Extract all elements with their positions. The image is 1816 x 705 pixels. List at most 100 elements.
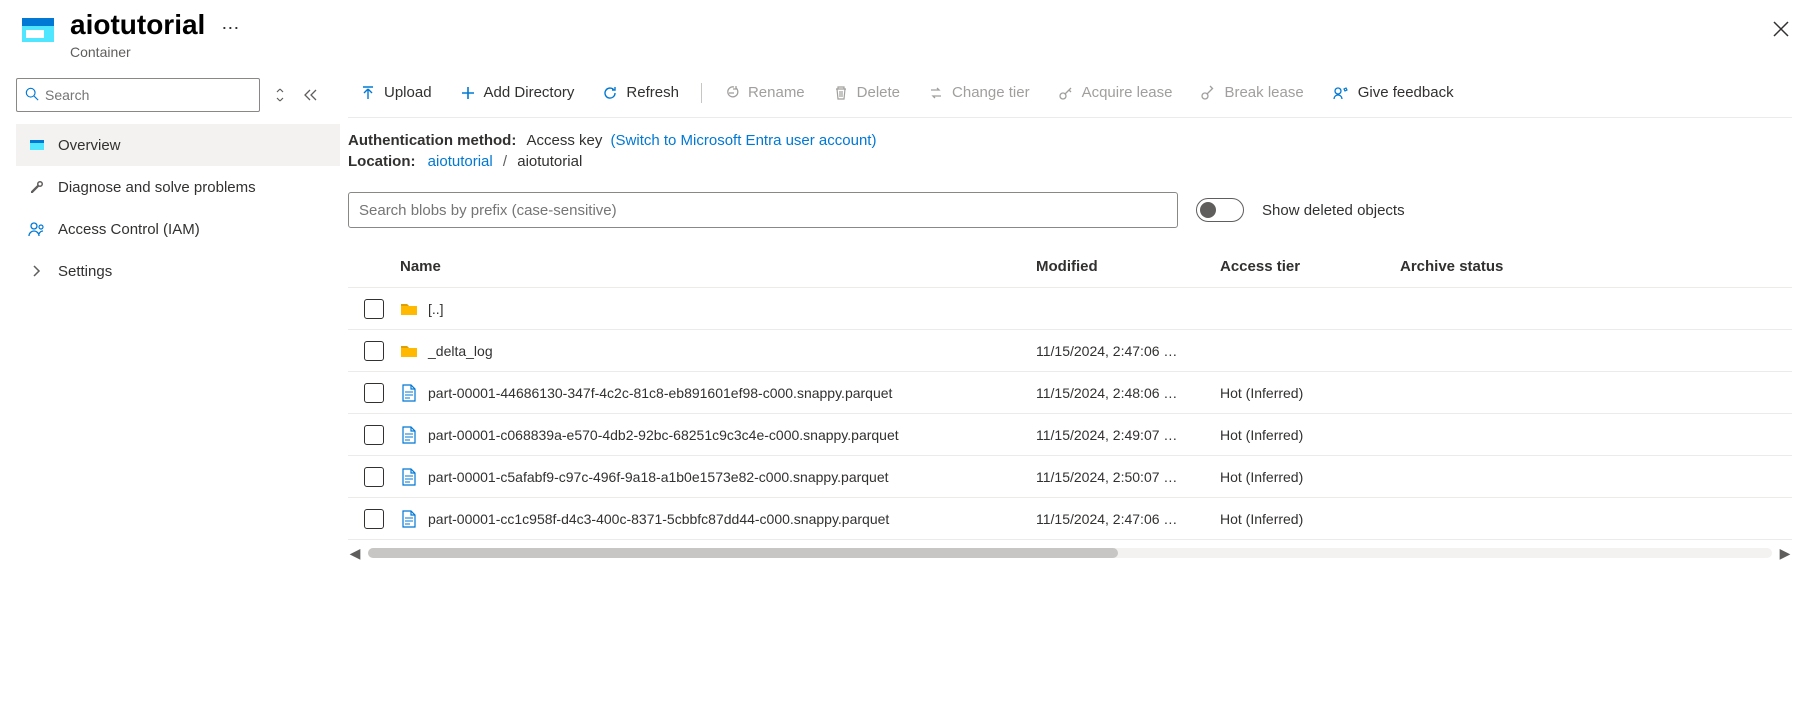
page-header: aiotutorial Container ⋯ [0, 0, 1816, 60]
toolbar-label: Delete [857, 84, 900, 101]
file-icon [400, 384, 418, 402]
filter-row: Show deleted objects [348, 192, 1792, 228]
sidebar: Overview Diagnose and solve problems Acc… [0, 78, 340, 292]
row-checkbox[interactable] [364, 299, 384, 319]
scroll-thumb[interactable] [368, 548, 1118, 558]
row-checkbox[interactable] [364, 383, 384, 403]
table-row[interactable]: [..] [348, 288, 1792, 330]
upload-button[interactable]: Upload [348, 78, 444, 107]
toolbar-label: Change tier [952, 84, 1030, 101]
container-icon [20, 12, 56, 48]
row-checkbox[interactable] [364, 341, 384, 361]
more-button[interactable]: ⋯ [221, 18, 240, 39]
row-name: [..] [428, 301, 444, 317]
col-header-tier[interactable]: Access tier [1220, 258, 1400, 275]
col-header-name[interactable]: Name [396, 258, 1036, 275]
trash-icon [833, 85, 849, 101]
folder-icon [400, 300, 418, 318]
sidebar-search[interactable] [16, 78, 260, 112]
file-icon [400, 426, 418, 444]
row-modified: 11/15/2024, 2:47:06 … [1036, 511, 1220, 527]
refresh-icon [602, 85, 618, 101]
info-block: Authentication method: Access key (Switc… [348, 118, 1792, 180]
horizontal-scrollbar[interactable]: ◀ ▶ [348, 546, 1792, 560]
row-name: part-00001-cc1c958f-d4c3-400c-8371-5cbbf… [428, 511, 889, 527]
breadcrumb-current: aiotutorial [517, 153, 582, 170]
row-tier: Hot (Inferred) [1220, 469, 1400, 485]
overview-icon [28, 136, 46, 154]
scroll-right-icon[interactable]: ▶ [1778, 545, 1792, 562]
row-modified: 11/15/2024, 2:48:06 … [1036, 385, 1220, 401]
plus-icon [460, 85, 476, 101]
main-panel: Upload Add Directory Refresh Rename [340, 78, 1816, 560]
file-icon [400, 510, 418, 528]
search-icon [25, 87, 39, 104]
break-lease-button: Break lease [1188, 78, 1315, 107]
delete-button: Delete [821, 78, 912, 107]
page-subtitle: Container [70, 44, 205, 60]
table-header: Name Modified Access tier Archive status [348, 246, 1792, 288]
scroll-left-icon[interactable]: ◀ [348, 545, 362, 562]
blob-search[interactable] [348, 192, 1178, 228]
col-header-archive[interactable]: Archive status [1400, 258, 1560, 275]
toolbar-label: Rename [748, 84, 805, 101]
auth-method-label: Authentication method: [348, 132, 516, 149]
collapse-sidebar-icon[interactable] [300, 85, 320, 105]
row-name: part-00001-c068839a-e570-4db2-92bc-68251… [428, 427, 899, 443]
auth-switch-link[interactable]: (Switch to Microsoft Entra user account) [611, 132, 877, 149]
table-row[interactable]: part-00001-c068839a-e570-4db2-92bc-68251… [348, 414, 1792, 456]
table-row[interactable]: part-00001-c5afabf9-c97c-496f-9a18-a1b0e… [348, 456, 1792, 498]
close-button[interactable] [1772, 20, 1790, 41]
sidebar-item-diagnose[interactable]: Diagnose and solve problems [16, 166, 340, 208]
scroll-rail[interactable] [368, 548, 1772, 558]
row-checkbox[interactable] [364, 425, 384, 445]
breadcrumb-root[interactable]: aiotutorial [428, 153, 493, 170]
blob-search-input[interactable] [359, 202, 1167, 219]
rename-button: Rename [712, 78, 817, 107]
row-tier: Hot (Inferred) [1220, 427, 1400, 443]
row-name: part-00001-c5afabf9-c97c-496f-9a18-a1b0e… [428, 469, 889, 485]
toolbar-label: Give feedback [1358, 84, 1454, 101]
swap-icon [928, 85, 944, 101]
add-directory-button[interactable]: Add Directory [448, 78, 587, 107]
lease-icon [1058, 85, 1074, 101]
change-tier-button: Change tier [916, 78, 1042, 107]
sidebar-search-input[interactable] [45, 87, 251, 103]
toolbar-label: Refresh [626, 84, 679, 101]
table-row[interactable]: part-00001-cc1c958f-d4c3-400c-8371-5cbbf… [348, 498, 1792, 540]
toolbar: Upload Add Directory Refresh Rename [348, 78, 1792, 118]
expand-collapse-icon[interactable] [270, 85, 290, 105]
sidebar-item-label: Access Control (IAM) [58, 221, 200, 238]
col-header-modified[interactable]: Modified [1036, 258, 1220, 275]
sidebar-item-label: Settings [58, 263, 112, 280]
toolbar-label: Acquire lease [1082, 84, 1173, 101]
show-deleted-toggle[interactable] [1196, 198, 1244, 222]
row-name: part-00001-44686130-347f-4c2c-81c8-eb891… [428, 385, 892, 401]
upload-icon [360, 85, 376, 101]
sidebar-item-label: Diagnose and solve problems [58, 179, 256, 196]
people-icon [28, 220, 46, 238]
sidebar-item-iam[interactable]: Access Control (IAM) [16, 208, 340, 250]
breadcrumb-separator: / [503, 153, 507, 170]
toolbar-label: Break lease [1224, 84, 1303, 101]
row-checkbox[interactable] [364, 467, 384, 487]
sidebar-item-overview[interactable]: Overview [16, 124, 340, 166]
break-lease-icon [1200, 85, 1216, 101]
row-modified: 11/15/2024, 2:49:07 … [1036, 427, 1220, 443]
row-modified: 11/15/2024, 2:47:06 … [1036, 343, 1220, 359]
file-icon [400, 468, 418, 486]
row-modified: 11/15/2024, 2:50:07 … [1036, 469, 1220, 485]
row-checkbox[interactable] [364, 509, 384, 529]
toolbar-label: Add Directory [484, 84, 575, 101]
refresh-button[interactable]: Refresh [590, 78, 691, 107]
location-label: Location: [348, 153, 416, 170]
row-tier: Hot (Inferred) [1220, 511, 1400, 527]
show-deleted-label: Show deleted objects [1262, 202, 1405, 219]
give-feedback-button[interactable]: Give feedback [1320, 78, 1466, 107]
table-row[interactable]: _delta_log11/15/2024, 2:47:06 … [348, 330, 1792, 372]
folder-icon [400, 342, 418, 360]
table-row[interactable]: part-00001-44686130-347f-4c2c-81c8-eb891… [348, 372, 1792, 414]
sidebar-item-settings[interactable]: Settings [16, 250, 340, 292]
chevron-right-icon [28, 262, 46, 280]
blob-table: Name Modified Access tier Archive status… [348, 246, 1792, 560]
